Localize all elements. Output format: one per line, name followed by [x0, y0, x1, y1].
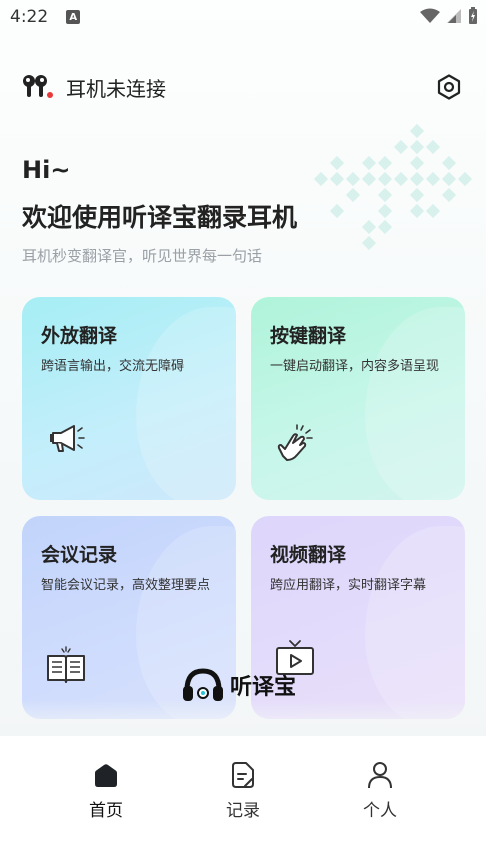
- status-time: 4:22: [10, 7, 49, 27]
- app-logo: 听译宝: [182, 666, 296, 704]
- tab-label: 记录: [226, 801, 260, 821]
- document-icon: [232, 762, 254, 788]
- decorative-pattern: [313, 123, 473, 251]
- greeting-hi: Hi~: [22, 156, 71, 184]
- status-icons: [420, 7, 478, 25]
- connection-status: 耳机未连接: [66, 76, 166, 101]
- card-title: 按键翻译: [270, 325, 347, 347]
- header: 耳机未连接: [22, 70, 466, 104]
- battery-icon: [469, 7, 477, 24]
- headphones-logo-icon: [183, 668, 223, 701]
- signal-icon: [447, 9, 461, 23]
- card-decoration: [136, 307, 236, 500]
- card-description: 一键启动翻译，内容多语呈现: [270, 359, 440, 374]
- card-speaker-translation[interactable]: 外放翻译 跨语言输出，交流无障碍: [22, 297, 236, 500]
- tab-label: 首页: [89, 801, 123, 821]
- card-decoration: [365, 307, 465, 500]
- status-bar: 4:22 A: [0, 0, 486, 34]
- fade-overlay: [0, 700, 486, 738]
- welcome-title: 欢迎使用听译宝翻录耳机: [22, 203, 298, 232]
- wifi-icon: [420, 8, 440, 23]
- logo-text: 听译宝: [230, 675, 297, 700]
- notification-a-icon: A: [66, 10, 81, 24]
- card-title: 会议记录: [41, 544, 118, 566]
- tab-profile[interactable]: 个人: [340, 760, 420, 821]
- welcome-subtitle: 耳机秒变翻译官，听见世界每一句话: [22, 247, 263, 265]
- tab-label: 个人: [363, 801, 397, 821]
- person-icon: [368, 762, 392, 789]
- card-decoration: [365, 526, 465, 719]
- tab-home[interactable]: 首页: [66, 760, 146, 821]
- home-icon: [95, 764, 117, 787]
- card-description: 跨语言输出，交流无障碍: [41, 359, 185, 374]
- card-description: 智能会议记录，高效整理要点: [41, 578, 211, 593]
- tab-record[interactable]: 记录: [203, 760, 283, 821]
- book-icon: [47, 646, 85, 683]
- tap-hand-icon: [277, 424, 313, 461]
- card-button-translation[interactable]: 按键翻译 一键启动翻译，内容多语呈现: [251, 297, 465, 500]
- megaphone-icon: [50, 425, 85, 452]
- card-title: 视频翻译: [270, 544, 347, 566]
- bottom-tab-bar: 首页 记录 个人: [0, 736, 486, 864]
- settings-button[interactable]: [432, 70, 466, 104]
- earbuds-icon: [23, 75, 53, 98]
- card-description: 跨应用翻译，实时翻译字幕: [270, 578, 427, 593]
- app-screen: 4:22 A 耳机未连接 Hi~ 欢迎使用听译宝翻录耳机 耳机秒变翻译官，听见世…: [0, 0, 486, 864]
- settings-hexagon-icon: [437, 74, 461, 100]
- card-title: 外放翻译: [41, 325, 118, 347]
